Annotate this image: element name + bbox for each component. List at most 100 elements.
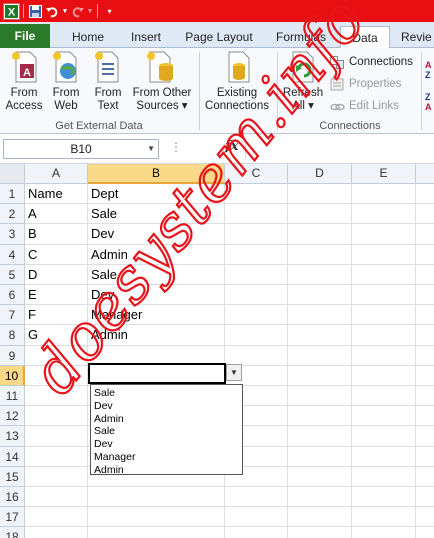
dropdown-option[interactable]: Manager	[91, 451, 242, 464]
row-header-3[interactable]: 3	[0, 224, 25, 245]
cell-b6[interactable]: Dev	[88, 285, 114, 305]
cell-a2[interactable]: A	[25, 204, 37, 224]
group-separator-3	[421, 52, 422, 130]
column-gridline	[351, 184, 352, 538]
column-gridline	[287, 184, 288, 538]
column-gridline	[415, 184, 416, 538]
row-header-6[interactable]: 6	[0, 285, 25, 306]
from-access-line1: From	[10, 87, 38, 99]
row-header-17[interactable]: 17	[0, 507, 25, 528]
connections-button[interactable]: Connections	[330, 53, 413, 71]
cell-b8[interactable]: Admin	[88, 325, 128, 345]
redo-icon[interactable]	[69, 3, 86, 20]
row-header-1[interactable]: 1	[0, 184, 25, 205]
row-header-14[interactable]: 14	[0, 446, 25, 467]
from-other-line2: Sources ▾	[136, 100, 188, 112]
from-web-button[interactable]: From Web	[48, 50, 84, 113]
row-header-11[interactable]: 11	[0, 386, 25, 407]
svg-text:X: X	[8, 6, 16, 18]
row-header-16[interactable]: 16	[0, 487, 25, 508]
row-header-10[interactable]: 10	[0, 365, 25, 386]
existing-connections-button[interactable]: Existing Connections	[201, 50, 273, 113]
qat-separator-2	[97, 4, 98, 18]
save-icon[interactable]	[27, 3, 44, 20]
tab-page-layout[interactable]: Page Layout	[181, 26, 257, 48]
row-header-18[interactable]: 18	[0, 527, 25, 538]
properties-button[interactable]: Properties	[330, 75, 401, 93]
dropdown-arrow-button[interactable]: ▼	[226, 364, 242, 381]
column-header-b[interactable]: B	[88, 164, 225, 184]
cell-b5[interactable]: Sale	[88, 265, 117, 285]
select-all-corner[interactable]	[0, 164, 25, 184]
tab-insert[interactable]: Insert	[124, 26, 168, 48]
dropdown-option[interactable]: Admin	[91, 413, 242, 426]
excel-app-icon[interactable]: X	[3, 2, 20, 20]
row-header-2[interactable]: 2	[0, 204, 25, 225]
cell-a1[interactable]: Name	[25, 184, 63, 204]
cell-a6[interactable]: E	[25, 285, 37, 305]
existing-connections-icon	[228, 51, 250, 83]
from-other-sources-button[interactable]: From Other Sources ▾	[129, 50, 195, 113]
cell-a3[interactable]: B	[25, 224, 37, 244]
ribbon: A From Access From Web From Text From Ot…	[0, 48, 434, 134]
cell-a7[interactable]: F	[25, 305, 36, 325]
row-header-8[interactable]: 8	[0, 325, 25, 346]
cell-b4[interactable]: Admin	[88, 245, 128, 265]
dropdown-option[interactable]: Sale	[91, 387, 242, 400]
row-header-15[interactable]: 15	[0, 466, 25, 487]
cell-b7[interactable]: Manager	[88, 305, 142, 325]
row-header-7[interactable]: 7	[0, 305, 25, 326]
cell-b2[interactable]: Sale	[88, 204, 117, 224]
column-header-d[interactable]: D	[288, 164, 352, 184]
customize-qat-icon[interactable]: ▾	[101, 3, 118, 20]
row-header-12[interactable]: 12	[0, 406, 25, 427]
undo-icon[interactable]	[44, 3, 61, 20]
tab-home[interactable]: Home	[67, 26, 109, 48]
refresh-all-button[interactable]: Refresh All ▾	[281, 50, 325, 113]
tab-formulas[interactable]: Formulas	[272, 26, 330, 48]
dropdown-option[interactable]: Sale	[91, 425, 242, 438]
cell-a4[interactable]: C	[25, 245, 37, 265]
dropdown-option[interactable]: Admin	[91, 464, 242, 477]
sort-filter-icons[interactable]: A Z Z A	[425, 60, 434, 120]
ribbon-tabs: File Home Insert Page Layout Formulas Da…	[0, 22, 434, 49]
edit-links-icon	[330, 103, 345, 110]
tab-data[interactable]: Data	[340, 26, 390, 49]
formula-bar-resize-handle[interactable]: ⋮	[170, 140, 182, 154]
row-header-4[interactable]: 4	[0, 244, 25, 265]
insert-function-icon[interactable]: fx	[225, 139, 238, 154]
cell-b1[interactable]: Dept	[88, 184, 118, 204]
edit-links-button[interactable]: Edit Links	[330, 97, 399, 115]
column-header-a[interactable]: A	[25, 164, 88, 184]
svg-text:A: A	[23, 67, 31, 79]
cell-b3[interactable]: Dev	[88, 224, 114, 244]
name-box[interactable]: B10 ▼	[3, 139, 159, 159]
column-header-c[interactable]: C	[225, 164, 288, 184]
properties-icon	[330, 78, 344, 90]
formula-bar: B10 ▼ ⋮ fx	[0, 134, 434, 164]
validation-dropdown-list[interactable]: Sale Dev Admin Sale Dev Manager Admin	[90, 384, 243, 477]
undo-dropdown-icon[interactable]: ▼	[61, 3, 69, 20]
dropdown-option[interactable]: Dev	[91, 438, 242, 451]
row-header-13[interactable]: 13	[0, 426, 25, 447]
cell-a5[interactable]: D	[25, 265, 37, 285]
tab-review[interactable]: Revie	[401, 26, 434, 48]
cell-a8[interactable]: G	[25, 325, 38, 345]
chevron-down-icon[interactable]: ▼	[147, 140, 155, 158]
from-text-button[interactable]: From Text	[90, 50, 126, 113]
column-header-f[interactable]	[416, 164, 434, 184]
web-globe-icon	[53, 51, 77, 83]
from-text-line2: Text	[97, 100, 119, 112]
dropdown-option[interactable]: Dev	[91, 400, 242, 413]
other-sources-icon	[147, 51, 173, 83]
active-cell-b10[interactable]	[88, 363, 226, 384]
column-header-e[interactable]: E	[352, 164, 416, 184]
tab-file[interactable]: File	[0, 24, 50, 48]
redo-dropdown-icon[interactable]: ▼	[86, 3, 94, 20]
from-access-button[interactable]: A From Access	[4, 50, 44, 113]
row-header-5[interactable]: 5	[0, 264, 25, 285]
get-external-data-label: Get External Data	[55, 120, 143, 132]
connections-label: Connections	[349, 56, 413, 68]
row-header-9[interactable]: 9	[0, 345, 25, 366]
formula-input[interactable]	[245, 139, 434, 159]
